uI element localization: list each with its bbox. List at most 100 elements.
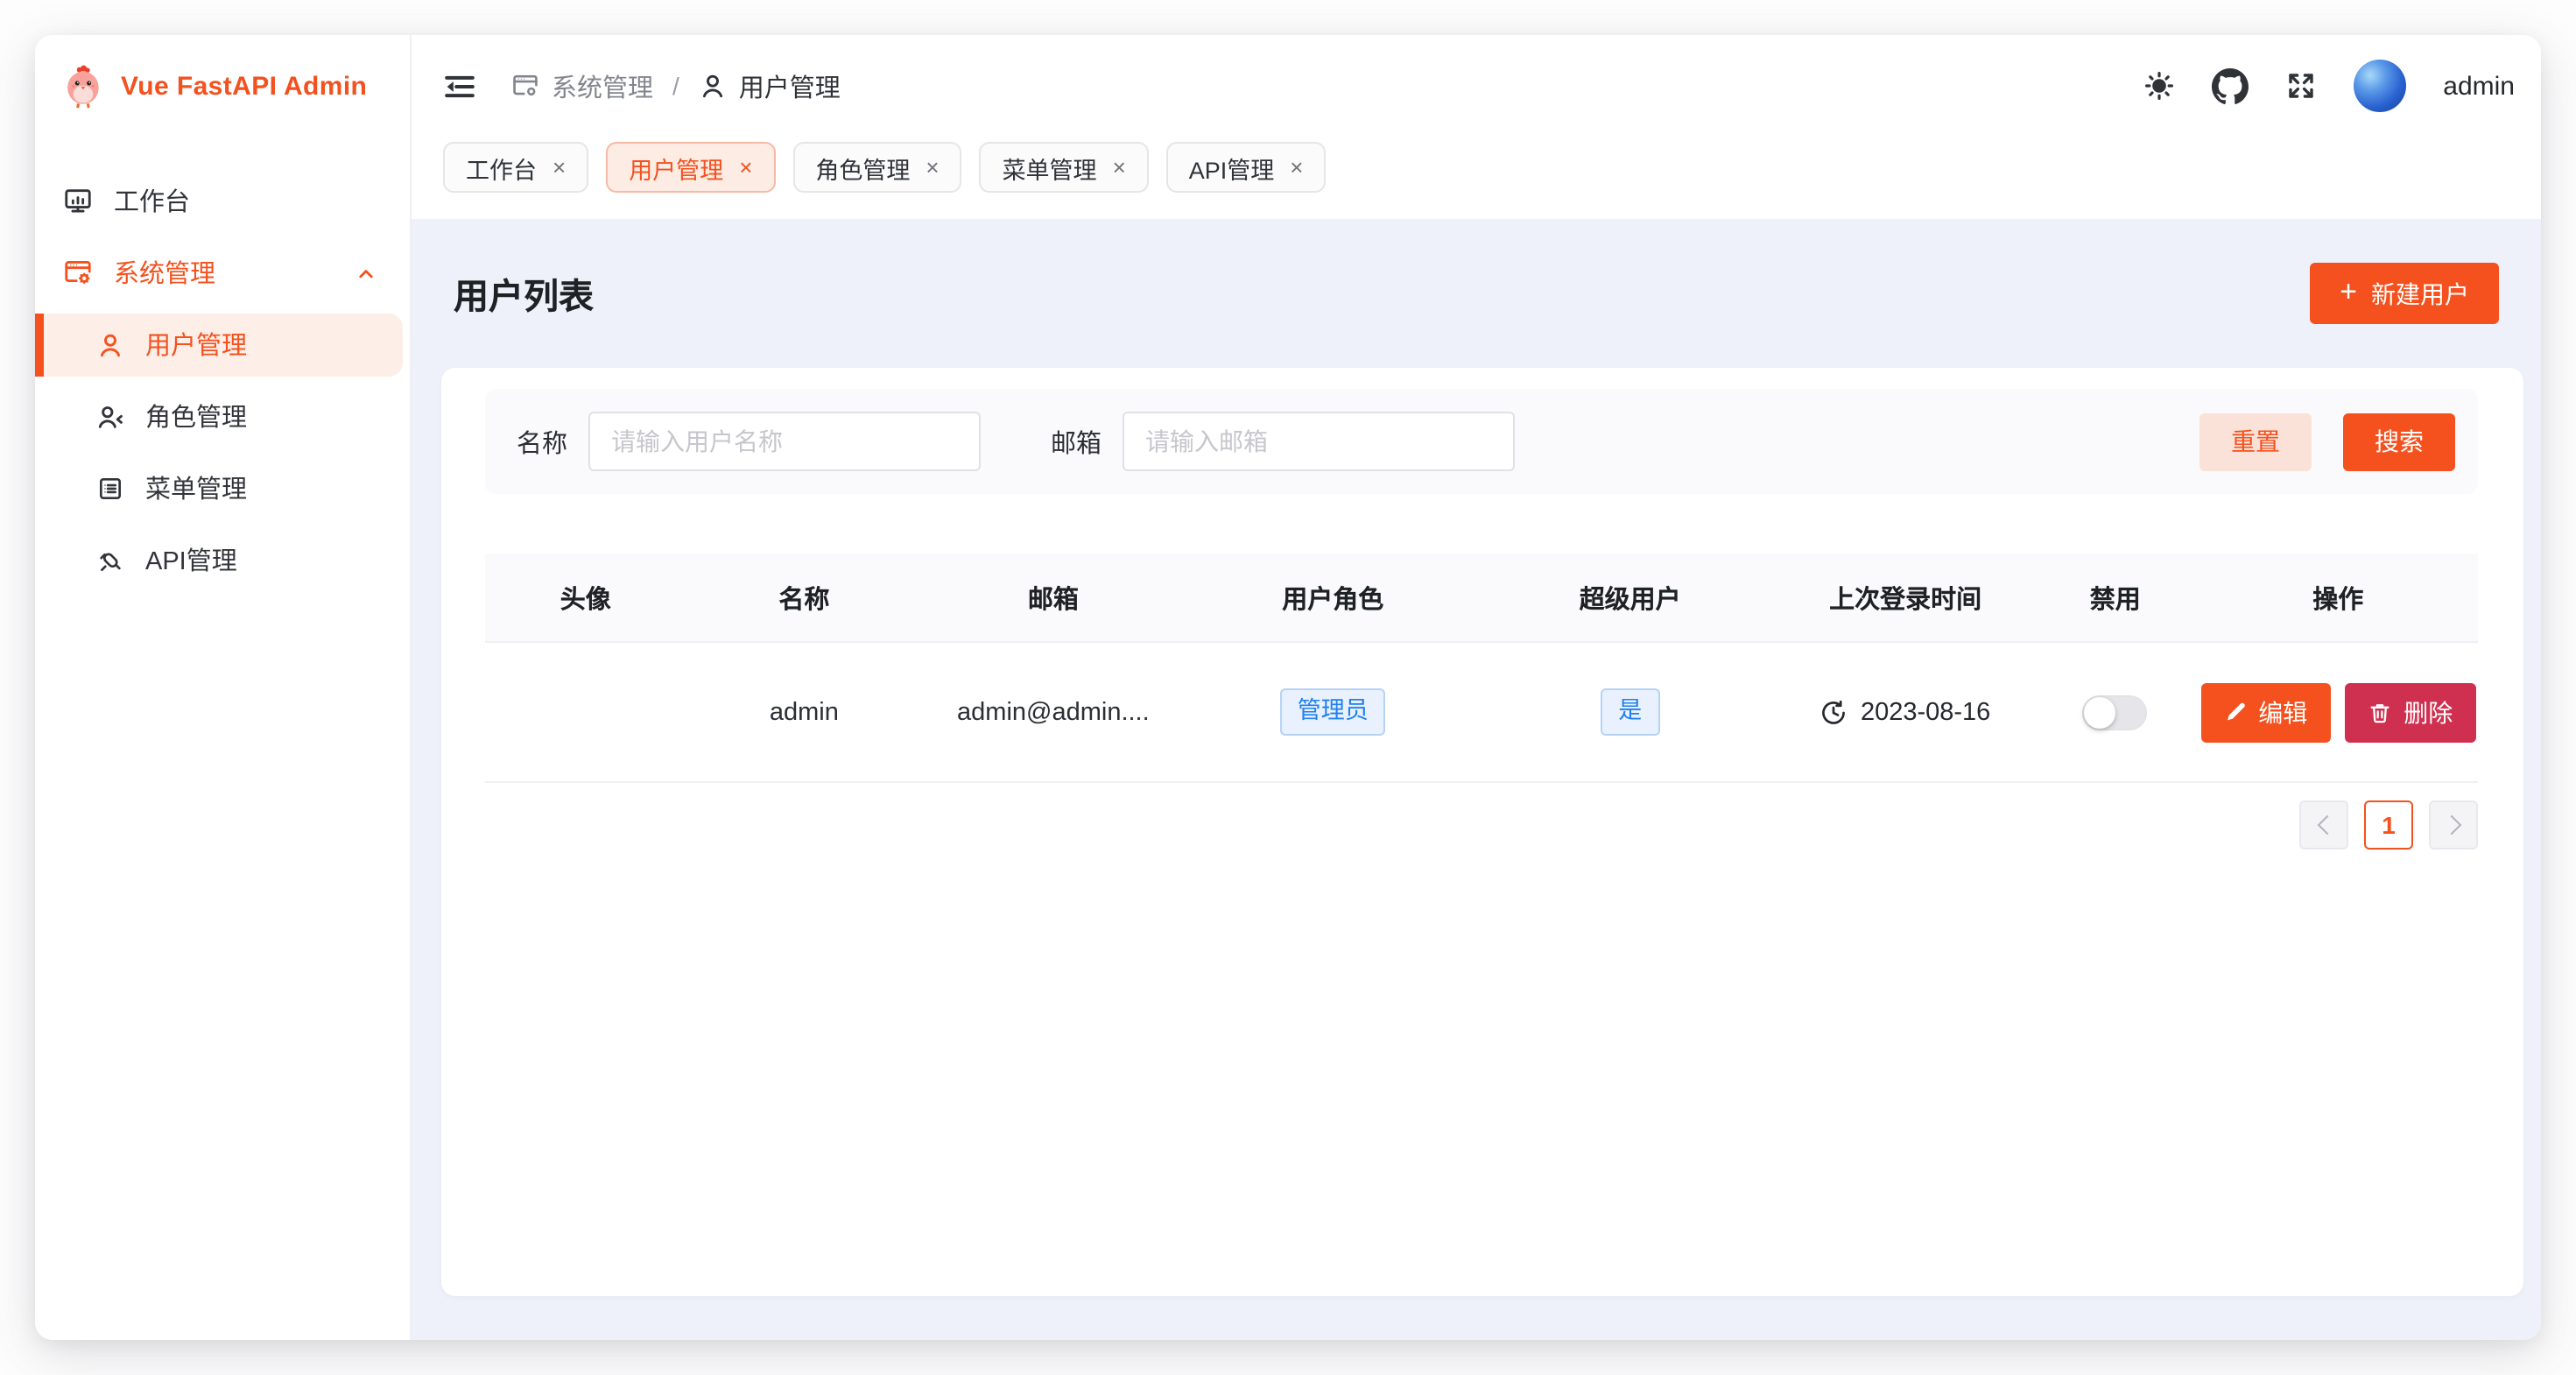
cell-actions: 编辑 <box>2199 682 2478 742</box>
tab-api[interactable]: API管理 × <box>1166 142 1327 193</box>
delete-label: 删除 <box>2404 695 2453 730</box>
tab-close-icon[interactable]: × <box>1290 156 1303 179</box>
column-header-name: 名称 <box>686 579 923 616</box>
role-tag: 管理员 <box>1280 689 1386 735</box>
cell-name: admin <box>686 698 923 726</box>
cell-disabled <box>2032 695 2199 730</box>
table-row: admin admin@admin.... 管理员 是 <box>485 643 2478 783</box>
chevron-left-icon <box>2317 815 2337 836</box>
tab-workbench[interactable]: 工作台 × <box>443 142 588 193</box>
create-user-button[interactable]: + 新建用户 <box>2310 263 2499 324</box>
breadcrumb-label: 系统管理 <box>552 67 653 104</box>
sidebar-item-label: 角色管理 <box>145 398 247 434</box>
tab-close-icon[interactable]: × <box>1113 156 1126 179</box>
superuser-tag: 是 <box>1601 689 1659 735</box>
sidebar-item-menus[interactable]: 菜单管理 <box>35 456 410 519</box>
tabs-bar: 工作台 × 用户管理 × 角色管理 × 菜单管理 × <box>412 137 2541 219</box>
username[interactable]: admin <box>2443 71 2515 101</box>
user-list-card: 名称 邮箱 重置 搜索 头像 名称 邮箱 <box>441 368 2523 1296</box>
name-filter-input[interactable] <box>588 412 981 471</box>
tab-label: 用户管理 <box>629 150 723 185</box>
tab-label: API管理 <box>1189 150 1275 185</box>
breadcrumb: 系统管理 / 用户管理 <box>511 67 841 104</box>
users-table: 头像 名称 邮箱 用户角色 超级用户 上次登录时间 禁用 操作 admin <box>485 554 2478 783</box>
expand-icon[interactable] <box>2285 70 2317 102</box>
tab-close-icon[interactable]: × <box>553 156 566 179</box>
plus-icon: + <box>2340 275 2357 310</box>
breadcrumb-separator: / <box>672 72 679 100</box>
sidebar-item-system[interactable]: 系统管理 <box>35 241 410 304</box>
reset-button[interactable]: 重置 <box>2199 412 2312 470</box>
search-button[interactable]: 搜索 <box>2343 412 2455 470</box>
window-gear-icon <box>511 72 539 100</box>
pagination-next-button[interactable] <box>2429 800 2478 850</box>
tab-menus[interactable]: 菜单管理 × <box>980 142 1149 193</box>
monitor-icon <box>63 186 93 215</box>
app-window: Vue FastAPI Admin 工作台 <box>35 35 2541 1340</box>
cell-superuser: 是 <box>1482 689 1778 735</box>
chevron-up-icon <box>354 260 378 285</box>
menu-fold-icon[interactable] <box>443 69 476 102</box>
tab-users[interactable]: 用户管理 × <box>606 142 775 193</box>
cell-last-login: 2023-08-16 <box>1778 698 2032 726</box>
breadcrumb-row: 系统管理 / 用户管理 <box>412 35 2541 137</box>
app-title: Vue FastAPI Admin <box>121 71 367 101</box>
user-icon <box>699 72 727 100</box>
column-header-email: 邮箱 <box>922 579 1184 616</box>
sidebar-item-label: 工作台 <box>114 182 190 219</box>
user-avatar[interactable] <box>2354 60 2406 112</box>
disabled-toggle[interactable] <box>2083 695 2148 730</box>
page-header: 用户列表 + 新建用户 <box>441 219 2523 368</box>
trash-icon <box>2367 700 2391 724</box>
user-role-icon <box>96 402 124 430</box>
edit-button[interactable]: 编辑 <box>2200 682 2330 742</box>
user-icon <box>96 330 124 358</box>
plug-icon <box>96 546 124 574</box>
column-header-disabled: 禁用 <box>2032 579 2199 616</box>
tab-close-icon[interactable]: × <box>926 156 939 179</box>
filter-bar: 名称 邮箱 重置 搜索 <box>485 389 2478 494</box>
last-login-value: 2023-08-16 <box>1861 698 1990 726</box>
column-header-role: 用户角色 <box>1185 579 1482 616</box>
desktop-background: Vue FastAPI Admin 工作台 <box>0 0 2576 1375</box>
cell-role: 管理员 <box>1185 689 1482 735</box>
sidebar-item-workbench[interactable]: 工作台 <box>35 169 410 232</box>
pagination-prev-button[interactable] <box>2299 800 2348 850</box>
pencil-icon <box>2223 701 2246 723</box>
chick-logo-icon <box>61 63 107 109</box>
tab-label: 角色管理 <box>815 150 910 185</box>
email-filter-input[interactable] <box>1123 412 1515 471</box>
sidebar-menu: 工作台 <box>35 165 410 596</box>
tab-roles[interactable]: 角色管理 × <box>792 142 961 193</box>
content-area: 系统管理 / 用户管理 <box>412 35 2541 1340</box>
list-icon <box>96 474 124 502</box>
breadcrumb-item-users[interactable]: 用户管理 <box>699 67 841 104</box>
github-icon[interactable] <box>2212 67 2249 104</box>
sidebar-item-api[interactable]: API管理 <box>35 528 410 591</box>
pagination: 1 <box>485 800 2478 850</box>
sidebar-item-label: 菜单管理 <box>145 469 247 506</box>
edit-label: 编辑 <box>2258 695 2307 730</box>
column-header-last-login: 上次登录时间 <box>1778 579 2032 616</box>
app-logo[interactable]: Vue FastAPI Admin <box>35 35 410 126</box>
delete-button[interactable]: 删除 <box>2344 682 2475 742</box>
toggle-thumb <box>2085 696 2116 728</box>
sun-icon[interactable] <box>2143 70 2175 102</box>
page-body: 用户列表 + 新建用户 名称 邮箱 重置 搜索 <box>412 219 2541 1340</box>
name-filter-label: 名称 <box>517 423 567 460</box>
tab-close-icon[interactable]: × <box>739 156 752 179</box>
page-title: 用户列表 <box>454 268 594 319</box>
breadcrumb-item-system[interactable]: 系统管理 <box>511 67 653 104</box>
clock-history-icon <box>1820 698 1848 726</box>
pagination-page-1[interactable]: 1 <box>2364 800 2413 850</box>
sidebar-item-label: 系统管理 <box>114 254 215 291</box>
tab-label: 工作台 <box>466 150 537 185</box>
window-gear-icon <box>63 257 93 287</box>
topbar: 系统管理 / 用户管理 <box>412 35 2541 219</box>
column-header-actions: 操作 <box>2199 579 2478 616</box>
column-header-superuser: 超级用户 <box>1482 579 1778 616</box>
sidebar-item-roles[interactable]: 角色管理 <box>35 384 410 448</box>
sidebar-item-users[interactable]: 用户管理 <box>35 313 403 376</box>
create-user-label: 新建用户 <box>2371 276 2469 311</box>
column-header-avatar: 头像 <box>485 579 686 616</box>
